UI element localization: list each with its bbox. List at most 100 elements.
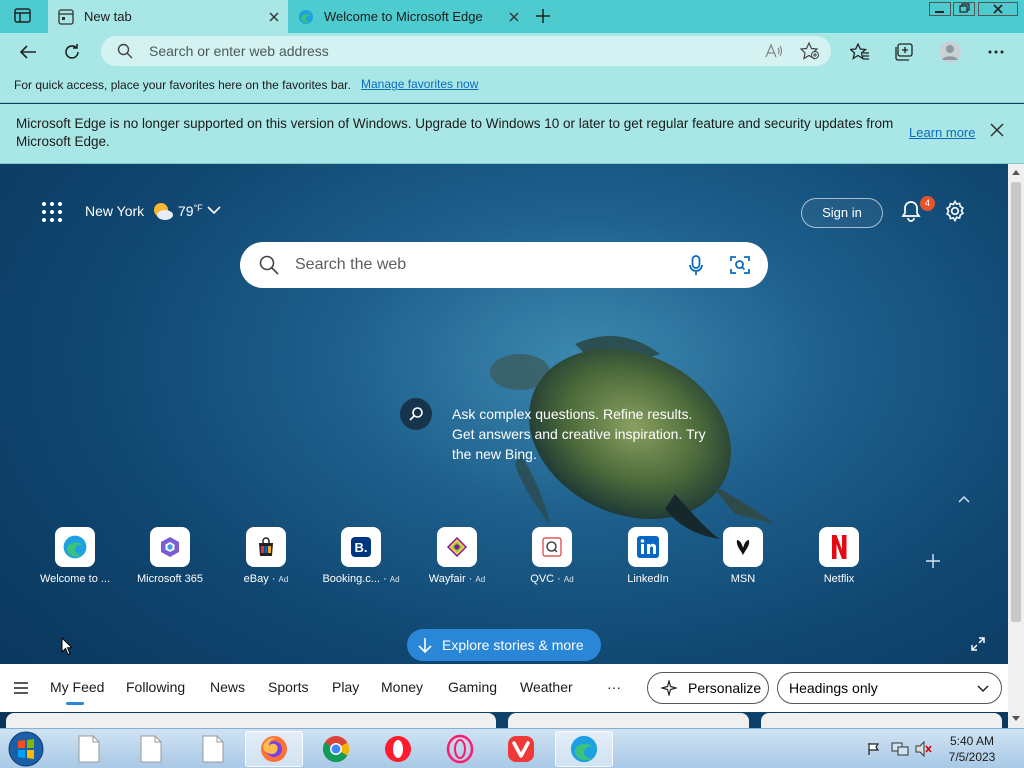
weather-location[interactable]: New York bbox=[85, 203, 144, 219]
clock-date: 7/5/2023 bbox=[948, 750, 996, 764]
manage-favorites-link[interactable]: Manage favorites now bbox=[361, 77, 478, 91]
quick-link-msn[interactable]: MSN bbox=[695, 527, 791, 585]
tab-welcome[interactable]: Welcome to Microsoft Edge bbox=[288, 0, 528, 33]
visual-search-icon[interactable] bbox=[730, 255, 750, 275]
settings-gear-icon[interactable] bbox=[944, 200, 966, 222]
taskbar-firefox[interactable] bbox=[245, 731, 303, 767]
weather-temperature[interactable]: 79°F bbox=[178, 203, 203, 219]
read-aloud-icon[interactable] bbox=[765, 43, 783, 59]
profile-avatar[interactable] bbox=[935, 37, 965, 67]
tile-label: Booking.c... bbox=[322, 573, 380, 585]
close-infobar-icon[interactable] bbox=[990, 123, 1010, 143]
tab-new-tab[interactable]: New tab bbox=[48, 0, 288, 33]
learn-more-link[interactable]: Learn more bbox=[909, 125, 975, 140]
edge-icon bbox=[298, 9, 314, 25]
feed-tab-weather[interactable]: Weather bbox=[520, 679, 573, 695]
bing-promo-text[interactable]: Ask complex questions. Refine results. G… bbox=[452, 404, 717, 464]
feed-tab-play[interactable]: Play bbox=[332, 679, 359, 695]
chevron-down-icon[interactable] bbox=[207, 206, 221, 215]
scrollbar-thumb[interactable] bbox=[1011, 182, 1021, 622]
chrome-icon bbox=[322, 736, 350, 763]
back-button[interactable] bbox=[13, 37, 43, 67]
quick-link-qvc[interactable]: QVC · Ad bbox=[504, 527, 600, 585]
tab-actions-icon[interactable] bbox=[14, 8, 32, 24]
mouse-cursor-icon bbox=[61, 637, 73, 656]
tab-strip: New tab Welcome to Microsoft Edge bbox=[0, 0, 1024, 33]
weather-icon bbox=[152, 201, 174, 221]
arrow-down-icon bbox=[418, 637, 432, 653]
feed-card[interactable] bbox=[508, 713, 749, 728]
feed-tab-news[interactable]: News bbox=[210, 679, 245, 695]
quick-link-welcome[interactable]: Welcome to ... bbox=[27, 527, 123, 585]
feed-tab-following[interactable]: Following bbox=[126, 679, 185, 695]
restore-button[interactable] bbox=[953, 2, 975, 16]
quick-link-linkedin[interactable]: LinkedIn bbox=[600, 527, 696, 585]
taskbar-edge[interactable] bbox=[555, 731, 613, 767]
new-tab-button[interactable] bbox=[534, 7, 552, 25]
apps-grid-icon[interactable] bbox=[42, 202, 62, 222]
network-icon[interactable] bbox=[891, 741, 909, 757]
taskbar-chrome[interactable] bbox=[307, 731, 365, 767]
refresh-button[interactable] bbox=[57, 37, 87, 67]
scroll-up-arrow-icon[interactable] bbox=[1012, 169, 1020, 175]
personalize-button[interactable]: Personalize bbox=[647, 672, 769, 704]
address-bar[interactable]: Search or enter web address bbox=[101, 36, 831, 66]
scroll-down-arrow-icon[interactable] bbox=[1012, 716, 1020, 722]
feed-tab-my-feed[interactable]: My Feed bbox=[50, 679, 104, 695]
notifications-bell-icon[interactable] bbox=[900, 200, 922, 222]
microphone-icon[interactable] bbox=[689, 255, 703, 277]
new-tab-icon bbox=[58, 8, 74, 25]
explore-label: Explore stories & more bbox=[442, 637, 584, 653]
feed-tab-gaming[interactable]: Gaming bbox=[448, 679, 497, 695]
chevron-down-icon bbox=[977, 685, 989, 693]
taskbar-blank-doc-2[interactable] bbox=[122, 731, 180, 767]
feed-card[interactable] bbox=[761, 713, 1002, 728]
start-button-icon[interactable] bbox=[6, 730, 46, 768]
add-quick-link-icon[interactable] bbox=[925, 553, 941, 569]
quick-link-microsoft-365[interactable]: Microsoft 365 bbox=[122, 527, 218, 585]
explore-stories-button[interactable]: Explore stories & more bbox=[407, 629, 601, 661]
tile-label: Netflix bbox=[823, 573, 855, 585]
minimize-button[interactable] bbox=[929, 2, 951, 16]
toolbar: Search or enter web address bbox=[0, 33, 1024, 70]
tile-label: QVC bbox=[530, 573, 555, 585]
feed-more-button[interactable]: ··· bbox=[607, 679, 621, 695]
quick-link-netflix[interactable]: Netflix bbox=[791, 527, 887, 585]
feed-card[interactable] bbox=[6, 713, 496, 728]
web-search-box[interactable]: Search the web bbox=[240, 242, 768, 288]
quick-link-booking[interactable]: B. Booking.c... · Ad bbox=[313, 527, 409, 585]
volume-muted-icon[interactable] bbox=[915, 741, 933, 757]
new-tab-page: New York 79°F Sign in 4 Search the web A… bbox=[0, 164, 1008, 728]
more-menu-icon[interactable] bbox=[981, 37, 1011, 67]
close-tab-icon[interactable] bbox=[500, 3, 528, 31]
taskbar-blank-doc-3[interactable] bbox=[184, 731, 242, 767]
taskbar-blank-doc-1[interactable] bbox=[60, 731, 118, 767]
layout-select-value: Headings only bbox=[789, 680, 878, 696]
chevron-up-icon[interactable] bbox=[958, 495, 970, 503]
add-favorite-icon[interactable] bbox=[800, 42, 820, 60]
close-window-button[interactable] bbox=[978, 2, 1018, 16]
favorites-button[interactable] bbox=[845, 37, 875, 67]
taskbar-opera[interactable] bbox=[369, 731, 427, 767]
system-clock[interactable]: 5:40 AM 7/5/2023 bbox=[940, 733, 1004, 765]
close-tab-icon[interactable] bbox=[260, 3, 288, 31]
taskbar-vivaldi[interactable] bbox=[492, 731, 550, 767]
collections-button[interactable] bbox=[889, 37, 919, 67]
edge-icon bbox=[570, 735, 598, 763]
feed-tab-money[interactable]: Money bbox=[381, 679, 423, 695]
edge-icon bbox=[55, 527, 95, 567]
quick-link-wayfair[interactable]: Wayfair · Ad bbox=[409, 527, 505, 585]
tile-label: LinkedIn bbox=[627, 573, 669, 585]
notification-badge: 4 bbox=[920, 196, 935, 211]
taskbar-opera-gx[interactable] bbox=[431, 731, 489, 767]
active-tab-indicator bbox=[66, 702, 84, 705]
layout-select[interactable]: Headings only bbox=[777, 672, 1002, 704]
quick-link-ebay[interactable]: eBay · Ad bbox=[218, 527, 314, 585]
feed-tab-sports[interactable]: Sports bbox=[268, 679, 308, 695]
sign-in-button[interactable]: Sign in bbox=[801, 198, 883, 228]
page-scrollbar[interactable] bbox=[1008, 164, 1024, 728]
action-center-flag-icon[interactable] bbox=[867, 742, 881, 756]
hamburger-menu-icon[interactable] bbox=[14, 682, 28, 694]
bing-chat-icon[interactable] bbox=[400, 398, 432, 430]
expand-icon[interactable] bbox=[971, 637, 985, 651]
